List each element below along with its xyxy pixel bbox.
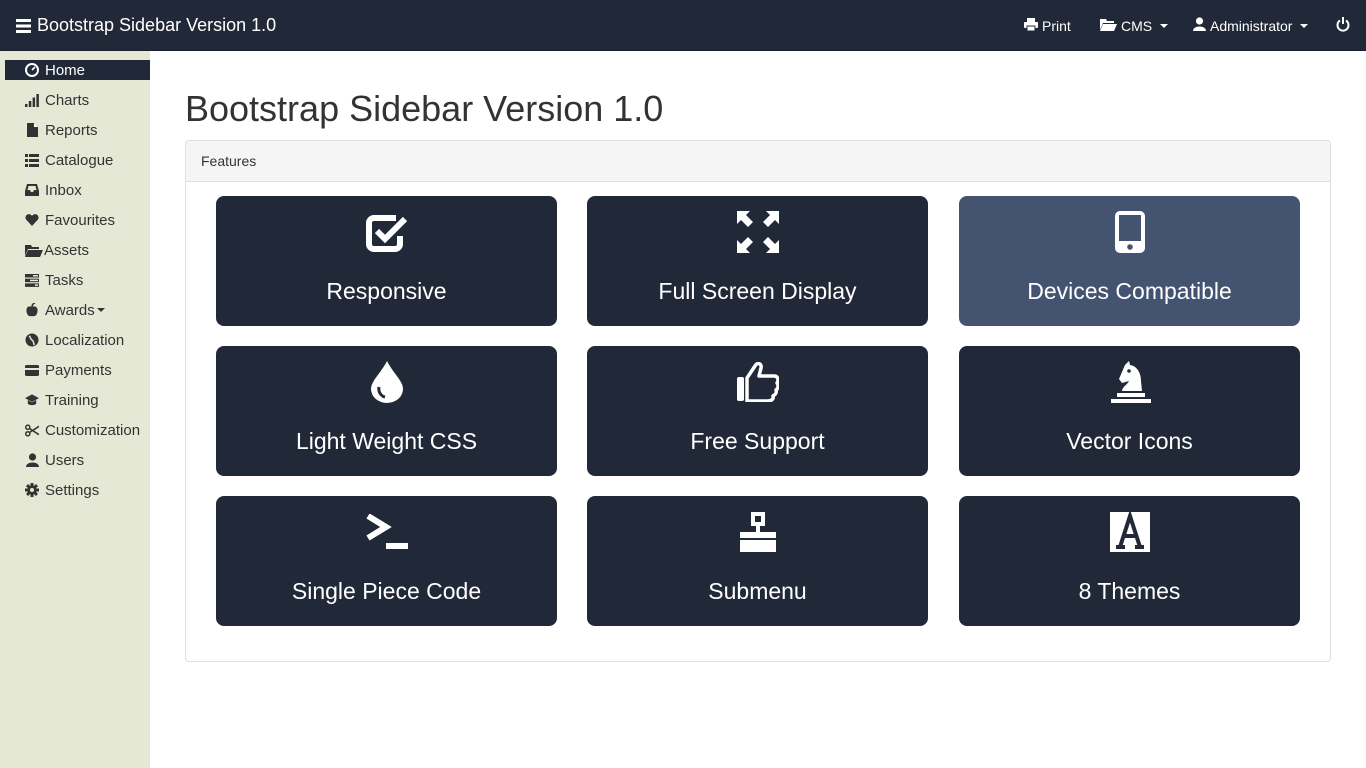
thumbs-up-icon [736, 360, 779, 404]
top-navbar: Bootstrap Sidebar Version 1.0 Print CMS … [0, 0, 1366, 51]
sidebar-item-tasks[interactable]: Tasks [5, 270, 150, 290]
console-icon [365, 510, 408, 554]
heart-icon [25, 213, 39, 227]
sidebar-item-customization[interactable]: Customization [5, 420, 150, 440]
tile-label: Single Piece Code [291, 578, 482, 604]
credit-card-icon [25, 363, 39, 377]
page-title: Bootstrap Sidebar Version 1.0 [185, 88, 664, 129]
sidebar-item-assets[interactable]: Assets [5, 240, 150, 260]
admin-label: Administrator [1210, 17, 1293, 34]
cog-icon [25, 483, 39, 497]
th-list-icon [25, 153, 39, 167]
chevron-down-icon [96, 308, 105, 312]
folder-open-icon [1100, 18, 1117, 34]
feature-tile-devices[interactable]: Devices Compatible [959, 196, 1300, 326]
feature-tile-free-support[interactable]: Free Support [587, 346, 928, 476]
sidebar-item-label: Favourites [45, 211, 116, 229]
sidebar-item-localization[interactable]: Localization [5, 330, 150, 350]
file-icon [25, 123, 39, 137]
tint-icon [370, 360, 403, 404]
sidebar-item-charts[interactable]: Charts [5, 90, 150, 110]
panel-heading: Features [186, 141, 1330, 182]
tile-label: Responsive [326, 278, 447, 304]
cms-label: CMS [1121, 17, 1153, 34]
sidebar-item-settings[interactable]: Settings [5, 480, 150, 500]
user-icon [1193, 17, 1206, 34]
sidebar-item-home[interactable]: Home [5, 60, 150, 80]
features-panel: Features Responsive Full Screen Display … [185, 140, 1331, 662]
feature-tile-light-weight[interactable]: Light Weight CSS [216, 346, 557, 476]
cms-dropdown[interactable]: CMS [1100, 0, 1169, 51]
tile-label: Full Screen Display [658, 278, 857, 304]
chevron-down-icon [1300, 23, 1309, 28]
check-icon [365, 210, 408, 254]
sidebar-item-label: Tasks [45, 271, 84, 289]
sitemap-icon [739, 510, 776, 554]
brand-title: Bootstrap Sidebar Version 1.0 [37, 15, 277, 35]
sidebar-item-payments[interactable]: Payments [5, 360, 150, 380]
education-icon [25, 393, 39, 407]
scissors-icon [25, 423, 39, 437]
sidebar-item-label: Charts [45, 91, 90, 109]
tile-label: Free Support [690, 428, 825, 454]
sidebar-item-label: Awards [45, 301, 95, 319]
signal-icon [25, 93, 39, 107]
user-icon [25, 453, 39, 467]
tile-label: 8 Themes [1078, 578, 1181, 604]
sidebar-item-favourites[interactable]: Favourites [5, 210, 150, 230]
sidebar-item-catalogue[interactable]: Catalogue [5, 150, 150, 170]
sidebar-item-label: Users [45, 451, 85, 469]
feature-tile-vector-icons[interactable]: Vector Icons [959, 346, 1300, 476]
phone-icon [1114, 210, 1145, 254]
sidebar: Home Charts Reports Catalogue Inbox Favo… [0, 51, 150, 768]
feature-tile-full-screen[interactable]: Full Screen Display [587, 196, 928, 326]
sidebar-item-label: Payments [45, 361, 112, 379]
navbar-brand[interactable]: Bootstrap Sidebar Version 1.0 [16, 0, 276, 51]
tile-label: Vector Icons [1066, 428, 1193, 454]
tasks-icon [25, 273, 39, 287]
logout-button[interactable] [1336, 0, 1350, 51]
sidebar-item-label: Assets [44, 241, 90, 259]
print-icon [1024, 17, 1038, 34]
sidebar-item-label: Localization [45, 331, 125, 349]
sidebar-item-users[interactable]: Users [5, 450, 150, 470]
print-label: Print [1042, 17, 1071, 34]
sidebar-item-label: Inbox [45, 181, 82, 199]
inbox-icon [25, 183, 39, 197]
sidebar-item-label: Settings [45, 481, 100, 499]
sidebar-item-label: Catalogue [45, 151, 114, 169]
feature-tile-responsive[interactable]: Responsive [216, 196, 557, 326]
globe-icon [25, 333, 39, 347]
sidebar-item-label: Training [45, 391, 99, 409]
feature-tile-submenu[interactable]: Submenu [587, 496, 928, 626]
font-icon [1109, 510, 1150, 554]
apple-icon [25, 303, 39, 317]
tile-label: Submenu [708, 578, 807, 604]
sidebar-item-awards[interactable]: Awards [5, 300, 150, 320]
sidebar-item-label: Reports [45, 121, 98, 139]
chevron-down-icon [1160, 23, 1169, 28]
tile-label: Light Weight CSS [295, 428, 478, 454]
dashboard-icon [25, 63, 39, 77]
folder-open-icon [25, 243, 43, 257]
admin-dropdown[interactable]: Administrator [1193, 0, 1309, 51]
feature-tile-single-piece-code[interactable]: Single Piece Code [216, 496, 557, 626]
sidebar-item-training[interactable]: Training [5, 390, 150, 410]
sidebar-item-label: Home [45, 61, 86, 79]
sidebar-item-label: Customization [45, 421, 141, 439]
power-icon [1336, 16, 1350, 35]
sidebar-item-reports[interactable]: Reports [5, 120, 150, 140]
feature-tile-themes[interactable]: 8 Themes [959, 496, 1300, 626]
sidebar-item-inbox[interactable]: Inbox [5, 180, 150, 200]
hamburger-menu-icon[interactable] [16, 18, 31, 33]
fullscreen-icon [736, 210, 779, 254]
knight-icon [1109, 360, 1151, 404]
tile-label: Devices Compatible [1027, 278, 1232, 304]
print-button[interactable]: Print [1024, 0, 1071, 51]
